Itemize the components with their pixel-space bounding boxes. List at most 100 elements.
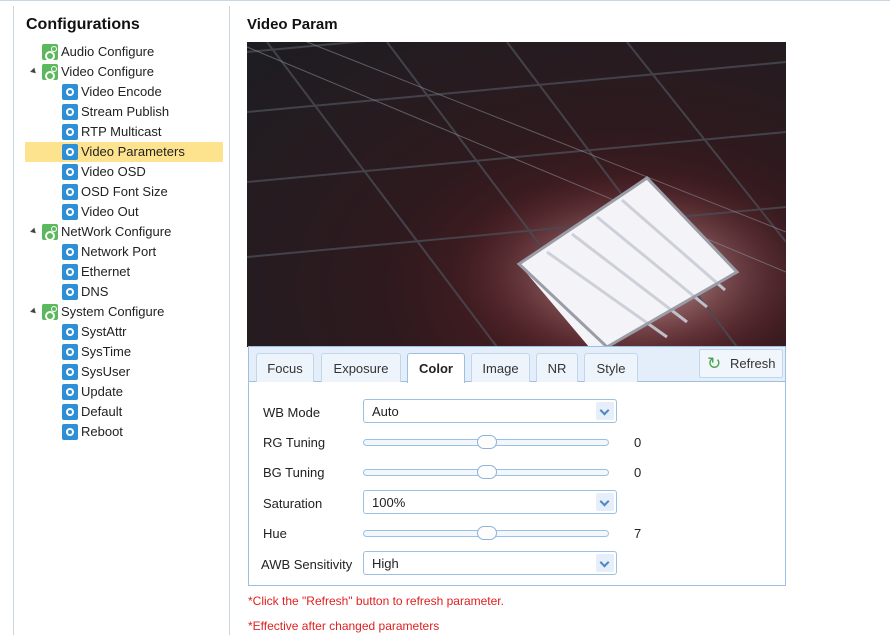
saturation-value: 100% <box>372 495 406 510</box>
tree-node-label: Video Encode <box>81 84 162 99</box>
gear-group-icon <box>42 44 58 61</box>
settings-item-icon <box>62 284 78 300</box>
hue-label: Hue <box>263 526 287 541</box>
tree-node-dns[interactable]: DNS <box>62 282 212 302</box>
tree-node-label: RTP Multicast <box>81 124 162 139</box>
tree-node-label: DNS <box>81 284 109 299</box>
settings-item-icon <box>62 144 78 160</box>
settings-item-icon <box>62 264 78 280</box>
awb-sensitivity-value: High <box>372 556 399 571</box>
tab-exposure[interactable]: Exposure <box>321 353 401 382</box>
tab-nr[interactable]: NR <box>536 353 578 382</box>
tree-node-video-osd[interactable]: Video OSD <box>62 162 212 182</box>
tab-image[interactable]: Image <box>471 353 530 382</box>
bg-tuning-label: BG Tuning <box>263 465 325 480</box>
hue-slider[interactable] <box>363 526 609 540</box>
gear-group-icon <box>42 64 58 81</box>
settings-item-icon <box>62 384 78 400</box>
tree-node-label: Network Port <box>81 244 157 259</box>
rg-tuning-label: RG Tuning <box>263 435 326 450</box>
settings-item-icon <box>62 124 78 140</box>
tree-node-stream-publish[interactable]: Stream Publish <box>62 102 212 122</box>
tree-node-systime[interactable]: SysTime <box>62 342 212 362</box>
tree-node-label: Stream Publish <box>81 104 170 119</box>
tree-node-label: Audio Configure <box>61 44 155 59</box>
settings-item-icon <box>62 404 78 420</box>
rg-tuning-slider[interactable] <box>363 435 609 449</box>
hue-value: 7 <box>634 526 642 541</box>
rg-tuning-thumb[interactable] <box>477 435 497 449</box>
rg-tuning-value: 0 <box>634 435 642 450</box>
tree-node-label: SysUser <box>81 364 131 379</box>
settings-item-icon <box>62 84 78 100</box>
video-preview[interactable] <box>247 42 786 347</box>
tree-node-ethernet[interactable]: Ethernet <box>62 262 212 282</box>
settings-item-icon <box>62 364 78 380</box>
tree-node-label: Video OSD <box>81 164 146 179</box>
tree-node-video-configure[interactable]: Video Configure <box>30 62 202 82</box>
settings-item-icon <box>62 424 78 440</box>
chevron-down-icon <box>596 493 614 511</box>
tree-node-video-encode[interactable]: Video Encode <box>62 82 212 102</box>
tree-node-system-configure[interactable]: System Configure <box>30 302 210 322</box>
tree-node-sysuser[interactable]: SysUser <box>62 362 212 382</box>
bg-tuning-thumb[interactable] <box>477 465 497 479</box>
chevron-down-icon <box>596 554 614 572</box>
tree-node-label: SystAttr <box>81 324 127 339</box>
settings-item-icon <box>62 244 78 260</box>
tab-bar: Focus Exposure Color Image NR Style ↻ Re… <box>249 347 785 383</box>
tab-focus[interactable]: Focus <box>256 353 314 382</box>
settings-item-icon <box>62 184 78 200</box>
tree-node-video-parameters[interactable]: Video Parameters <box>25 142 223 162</box>
refresh-label: Refresh <box>730 356 776 371</box>
saturation-label: Saturation <box>263 496 323 511</box>
tree-node-label: Default <box>81 404 123 419</box>
tree-node-network-configure[interactable]: NetWork Configure <box>30 222 210 242</box>
tree-node-network-port[interactable]: Network Port <box>62 242 212 262</box>
tree-node-reboot[interactable]: Reboot <box>62 422 212 442</box>
wb-mode-select[interactable]: Auto <box>363 399 617 423</box>
tree-node-label: NetWork Configure <box>61 224 172 239</box>
refresh-note: *Click the "Refresh" button to refresh p… <box>248 594 504 608</box>
refresh-icon: ↻ <box>707 354 722 373</box>
tree-node-audio-configure[interactable]: Audio Configure <box>42 42 202 62</box>
tab-style[interactable]: Style <box>584 353 638 382</box>
tree-node-label: Video Parameters <box>81 144 185 159</box>
tab-color[interactable]: Color <box>407 353 465 383</box>
wb-mode-value: Auto <box>372 404 399 419</box>
settings-item-icon <box>62 324 78 340</box>
main-content: Video Param Focus Exposure Color Image N… <box>231 6 890 635</box>
sidebar-title: Configurations <box>26 16 140 33</box>
expand-arrow-icon[interactable] <box>30 227 38 236</box>
tree-node-label: System Configure <box>61 304 165 319</box>
bg-tuning-value: 0 <box>634 465 642 480</box>
tree-node-update[interactable]: Update <box>62 382 212 402</box>
tree-node-osd-font-size[interactable]: OSD Font Size <box>62 182 212 202</box>
video-frame <box>247 42 786 347</box>
bg-tuning-slider[interactable] <box>363 465 609 479</box>
expand-arrow-icon[interactable] <box>30 307 38 316</box>
refresh-button[interactable]: ↻ Refresh <box>699 349 783 378</box>
tree-node-video-out[interactable]: Video Out <box>62 202 212 222</box>
tree-node-label: Video Out <box>81 204 139 219</box>
settings-item-icon <box>62 344 78 360</box>
hue-thumb[interactable] <box>477 526 497 540</box>
chevron-down-icon <box>596 402 614 420</box>
awb-sensitivity-label: AWB Sensitivity <box>261 557 353 572</box>
gear-group-icon <box>42 224 58 241</box>
settings-item-icon <box>62 204 78 220</box>
saturation-select[interactable]: 100% <box>363 490 617 514</box>
awb-sensitivity-select[interactable]: High <box>363 551 617 575</box>
tree-node-label: Video Configure <box>61 64 154 79</box>
tree-node-label: Update <box>81 384 123 399</box>
tree-node-label: Reboot <box>81 424 123 439</box>
tree-node-systattr[interactable]: SystAttr <box>62 322 212 342</box>
settings-item-icon <box>62 164 78 180</box>
gear-group-icon <box>42 304 58 321</box>
effective-note: *Effective after changed parameters <box>248 619 440 633</box>
settings-item-icon <box>62 104 78 120</box>
expand-arrow-icon[interactable] <box>30 67 38 76</box>
config-sidebar: Configurations Audio Configure Video Con… <box>13 6 230 635</box>
tree-node-default[interactable]: Default <box>62 402 212 422</box>
tree-node-rtp-multicast[interactable]: RTP Multicast <box>62 122 212 142</box>
